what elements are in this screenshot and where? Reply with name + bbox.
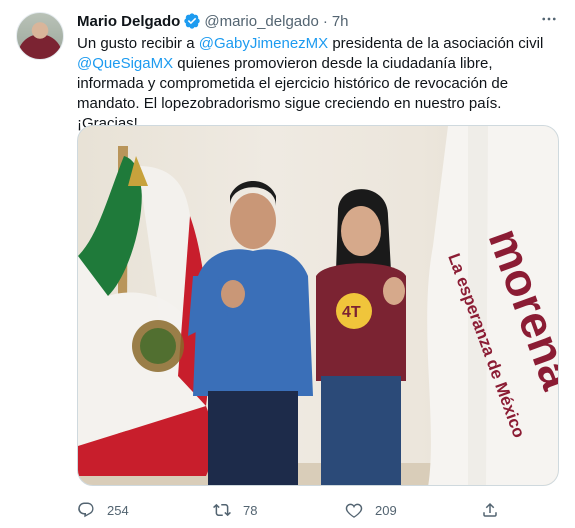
reply-count: 254 (107, 502, 129, 518)
like-button[interactable]: 209 (345, 497, 397, 523)
mention-link[interactable]: @QueSigaMX (77, 55, 173, 72)
author-name[interactable]: Mario Delgado (77, 13, 180, 30)
author-handle[interactable]: @mario_delgado (204, 13, 318, 30)
tweet-photo[interactable]: morena La esperanza de México 4T (77, 125, 559, 486)
retweet-button[interactable]: 78 (213, 497, 257, 523)
tweet-timestamp[interactable]: 7h (332, 13, 349, 30)
tweet-text-part: Un gusto recibir a (77, 35, 199, 52)
share-icon (483, 502, 497, 517)
reply-button[interactable]: 254 (77, 497, 129, 523)
mention-link[interactable]: @GabyJimenezMX (199, 35, 328, 52)
more-icon[interactable] (539, 9, 559, 29)
tweet-header: Mario Delgado @mario_delgado · 7h (77, 11, 559, 31)
like-count: 209 (375, 502, 397, 518)
author-avatar[interactable] (16, 12, 64, 60)
tweet-text: Un gusto recibir a @GabyJimenezMX presid… (77, 34, 563, 134)
tweet[interactable]: Mario Delgado @mario_delgado · 7h Un gus… (0, 0, 575, 528)
morena-flag: morena La esperanza de México (427, 126, 558, 485)
retweet-icon (213, 503, 231, 517)
retweet-count: 78 (243, 502, 258, 518)
header-separator: · (322, 12, 328, 30)
tweet-actions: 254 78 209 (77, 497, 517, 523)
person-maroon-shirt: 4T (316, 189, 406, 485)
tweet-text-part: presidenta de la asociación civil (328, 35, 544, 52)
reply-icon (78, 502, 94, 518)
shirt-logo-text: 4T (342, 304, 361, 321)
like-icon (345, 503, 363, 518)
share-button[interactable] (481, 497, 511, 523)
verified-badge-icon (184, 13, 201, 29)
